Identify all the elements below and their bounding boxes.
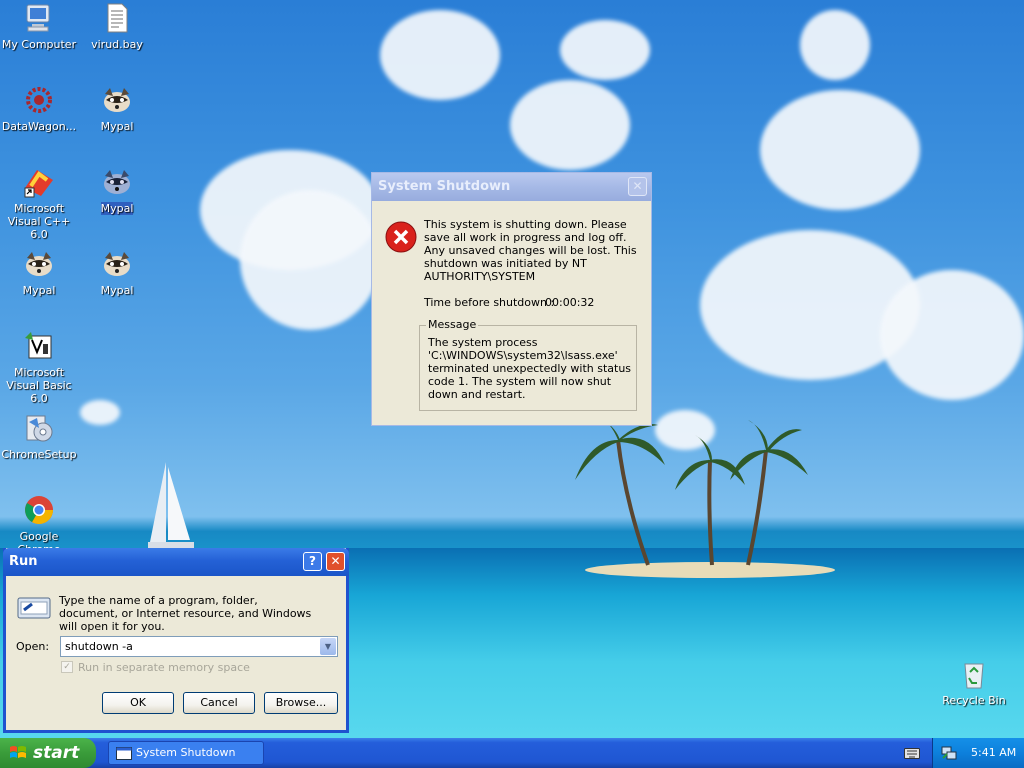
desktop-icon-label: Mypal bbox=[100, 120, 134, 133]
visual-cpp-icon bbox=[24, 170, 53, 198]
ok-button[interactable]: OK bbox=[102, 692, 174, 714]
time-before-shutdown-value: 00:00:32 bbox=[545, 296, 595, 309]
message-group-label: Message bbox=[426, 318, 479, 331]
open-input-value[interactable]: shutdown -a bbox=[65, 640, 133, 653]
desktop: My Computer virud.bay DataWagon... Mypal bbox=[0, 0, 1024, 738]
cloud bbox=[800, 10, 870, 80]
raccoon-icon bbox=[104, 170, 130, 194]
keyboard-icon[interactable] bbox=[904, 746, 920, 760]
start-label: start bbox=[33, 743, 80, 763]
title-bar[interactable]: System Shutdown ✕ bbox=[372, 173, 651, 201]
chrome-icon bbox=[25, 496, 53, 524]
cloud bbox=[380, 10, 500, 100]
time-before-shutdown-label: Time before shutdown : bbox=[424, 296, 555, 309]
cloud bbox=[880, 270, 1024, 400]
chevron-down-icon[interactable]: ▼ bbox=[320, 638, 336, 655]
recycle-bin-icon bbox=[964, 663, 984, 689]
desktop-icon-label: Mypal bbox=[100, 284, 134, 297]
cloud bbox=[80, 400, 120, 425]
text-file-icon bbox=[107, 3, 128, 33]
cloud bbox=[760, 90, 920, 210]
help-button[interactable]: ? bbox=[303, 552, 322, 571]
cloud bbox=[510, 80, 630, 170]
run-description: Type the name of a program, folder, docu… bbox=[59, 594, 312, 633]
desktop-icon-mypal-selected[interactable]: Mypal bbox=[78, 166, 156, 215]
installer-icon bbox=[26, 415, 53, 442]
desktop-icon-label: Recycle Bin bbox=[942, 694, 1006, 707]
desktop-icon-recycle-bin[interactable]: Recycle Bin bbox=[935, 658, 1013, 707]
windows-logo-icon bbox=[10, 746, 26, 758]
system-shutdown-dialog: System Shutdown ✕ This system is shuttin… bbox=[371, 172, 652, 426]
message-group-text: The system process 'C:\WINDOWS\system32\… bbox=[428, 336, 632, 401]
visual-basic-icon bbox=[25, 332, 52, 359]
desktop-icon-label: Microsoft Visual C++ 6.0 bbox=[7, 202, 71, 241]
desktop-icon-google-chrome[interactable]: Google Chrome bbox=[0, 494, 78, 556]
window-icon bbox=[116, 747, 132, 760]
desktop-icon-label: virud.bay bbox=[91, 38, 143, 51]
checkbox-label: Run in separate memory space bbox=[78, 661, 250, 674]
run-dialog: Run ? ✕ Type the name of a program, fold… bbox=[3, 548, 349, 733]
run-icon bbox=[17, 597, 51, 619]
checkbox[interactable]: ✓ bbox=[61, 661, 73, 673]
desktop-icon-mypal-2[interactable]: Mypal bbox=[0, 248, 78, 297]
open-label: Open: bbox=[16, 640, 50, 653]
raccoon-icon bbox=[26, 252, 52, 276]
desktop-icon-visual-basic[interactable]: Microsoft Visual Basic 6.0 bbox=[0, 330, 78, 405]
desktop-icon-mypal-1[interactable]: Mypal bbox=[78, 84, 156, 133]
network-icon[interactable] bbox=[941, 746, 957, 760]
open-combobox[interactable]: shutdown -a ▼ bbox=[60, 636, 338, 657]
dialog-title: System Shutdown bbox=[378, 179, 511, 194]
error-icon bbox=[385, 221, 417, 253]
desktop-icon-datawagon[interactable]: DataWagon... bbox=[0, 84, 78, 133]
raccoon-icon bbox=[104, 88, 130, 112]
desktop-icon-label: Microsoft Visual Basic 6.0 bbox=[6, 366, 72, 405]
desktop-icon-label: Mypal bbox=[22, 284, 56, 297]
desktop-icon-label: ChromeSetup bbox=[1, 448, 77, 461]
desktop-icon-label: Mypal bbox=[100, 202, 134, 215]
start-button[interactable]: start bbox=[0, 738, 96, 768]
desktop-icon-chromesetup[interactable]: ChromeSetup bbox=[0, 412, 78, 461]
shutdown-message: This system is shutting down. Please sav… bbox=[424, 218, 637, 283]
browse-button[interactable]: Browse... bbox=[264, 692, 338, 714]
close-button[interactable]: ✕ bbox=[628, 177, 647, 196]
clock[interactable]: 5:41 AM bbox=[971, 738, 1016, 768]
desktop-icon-visual-cpp[interactable]: Microsoft Visual C++ 6.0 bbox=[0, 166, 78, 241]
computer-icon bbox=[26, 4, 50, 32]
title-bar[interactable]: Run ? ✕ bbox=[3, 548, 349, 576]
dialog-title: Run bbox=[9, 554, 38, 569]
desktop-icon-label: DataWagon... bbox=[1, 120, 77, 133]
datawagon-icon bbox=[26, 87, 52, 113]
desktop-icon-my-computer[interactable]: My Computer bbox=[0, 2, 78, 51]
raccoon-icon bbox=[104, 252, 130, 276]
cloud bbox=[240, 190, 380, 330]
cancel-button[interactable]: Cancel bbox=[183, 692, 255, 714]
cloud bbox=[560, 20, 650, 80]
message-group-box: Message The system process 'C:\WINDOWS\s… bbox=[419, 318, 637, 411]
taskbar: start System Shutdown 5:41 AM bbox=[0, 738, 1024, 768]
palm-trees bbox=[575, 420, 808, 566]
desktop-icon-mypal-3[interactable]: Mypal bbox=[78, 248, 156, 297]
taskbar-item-label: System Shutdown bbox=[136, 746, 236, 759]
desktop-icon-virud-bay[interactable]: virud.bay bbox=[78, 2, 156, 51]
taskbar-item-system-shutdown[interactable]: System Shutdown bbox=[108, 741, 264, 765]
system-tray: 5:41 AM bbox=[932, 738, 1024, 768]
close-button[interactable]: ✕ bbox=[326, 552, 345, 571]
desktop-icon-label: My Computer bbox=[1, 38, 77, 51]
sailboat bbox=[148, 462, 194, 548]
